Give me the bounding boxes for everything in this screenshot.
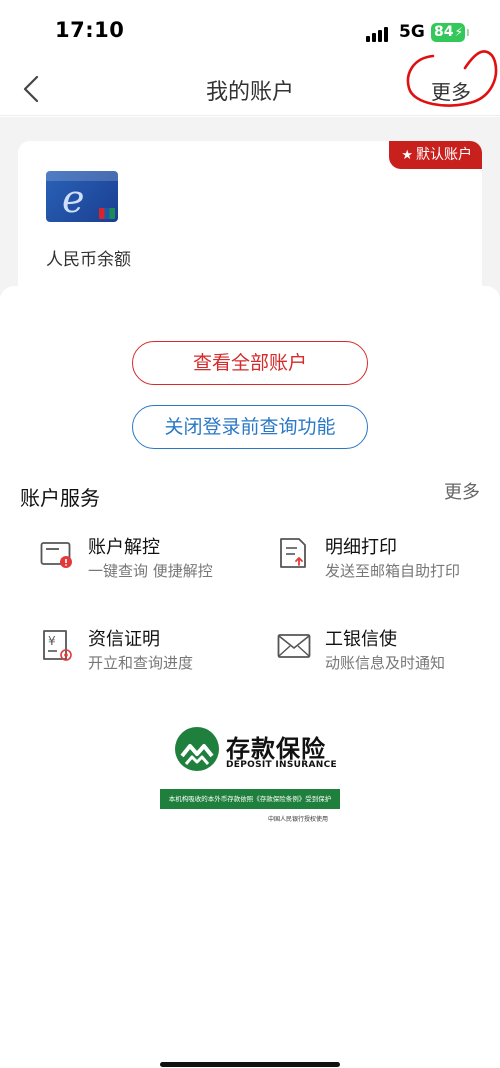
nav-more-button[interactable]: 更多 <box>431 76 471 105</box>
network-type: 5G <box>399 22 425 42</box>
service-title: 账户解控 <box>88 537 160 558</box>
service-item-print-detail[interactable]: 明细打印 发送至邮箱自助打印 <box>277 533 497 593</box>
account-card-area: ★ 默认账户 e 人民币余额 <box>0 117 500 301</box>
service-title: 工银信使 <box>325 629 397 650</box>
default-account-badge: ★ 默认账户 <box>389 141 482 169</box>
view-all-accounts-button[interactable]: 查看全部账户 <box>132 341 368 385</box>
envelope-icon <box>277 634 311 658</box>
home-indicator <box>160 1062 340 1067</box>
service-subtitle: 发送至邮箱自助打印 <box>325 562 461 580</box>
section-title: 账户服务 <box>20 486 100 510</box>
service-title: 明细打印 <box>325 537 397 558</box>
battery-icon: 84 ⚡ <box>431 23 469 42</box>
service-title: 资信证明 <box>88 629 160 650</box>
status-bar: 17:10 5G 84 ⚡ <box>0 0 500 62</box>
star-icon: ★ <box>401 148 413 163</box>
signal-icon <box>366 26 392 42</box>
service-item-icbc-messenger[interactable]: 工银信使 动账信息及时通知 <box>277 625 497 685</box>
print-detail-icon <box>280 538 306 568</box>
balance-label: 人民币余额 <box>46 250 131 270</box>
deposit-insurance-note: 中国人民银行授权使用 <box>268 816 329 823</box>
content-sheet: 查看全部账户 关闭登录前查询功能 账户服务 更多 账户解控 一键查询 便捷解控 … <box>0 286 500 1068</box>
deposit-insurance-logo-icon <box>175 727 219 771</box>
account-unlock-icon <box>40 542 72 568</box>
deposit-insurance-english: DEPOSIT INSURANCE <box>226 760 337 770</box>
service-subtitle: 一键查询 便捷解控 <box>88 562 213 580</box>
credit-certificate-icon: ¥ <box>43 630 72 661</box>
navigation-bar: 我的账户 更多 <box>0 62 500 116</box>
service-subtitle: 开立和查询进度 <box>88 654 194 672</box>
unionpay-logo-icon <box>99 208 115 219</box>
svg-text:¥: ¥ <box>48 634 56 648</box>
battery-level: 84 <box>434 24 454 40</box>
bank-card-image: e <box>46 171 118 222</box>
deposit-insurance-banner: 本机构吸收的本外币存款依照《存款保险条例》受到保护 <box>160 789 340 809</box>
service-subtitle: 动账信息及时通知 <box>325 654 446 672</box>
account-card[interactable]: ★ 默认账户 e 人民币余额 <box>18 141 482 301</box>
service-item-credit-certificate[interactable]: ¥ 资信证明 开立和查询进度 <box>40 625 260 685</box>
service-item-account-unlock[interactable]: 账户解控 一键查询 便捷解控 <box>40 533 260 593</box>
disable-prelogin-query-button[interactable]: 关闭登录前查询功能 <box>132 405 368 449</box>
services-more-link[interactable]: 更多 <box>444 478 480 504</box>
status-time: 17:10 <box>55 18 125 42</box>
deposit-insurance-title: 存款保险 <box>226 735 326 763</box>
page-title: 我的账户 <box>205 80 294 105</box>
